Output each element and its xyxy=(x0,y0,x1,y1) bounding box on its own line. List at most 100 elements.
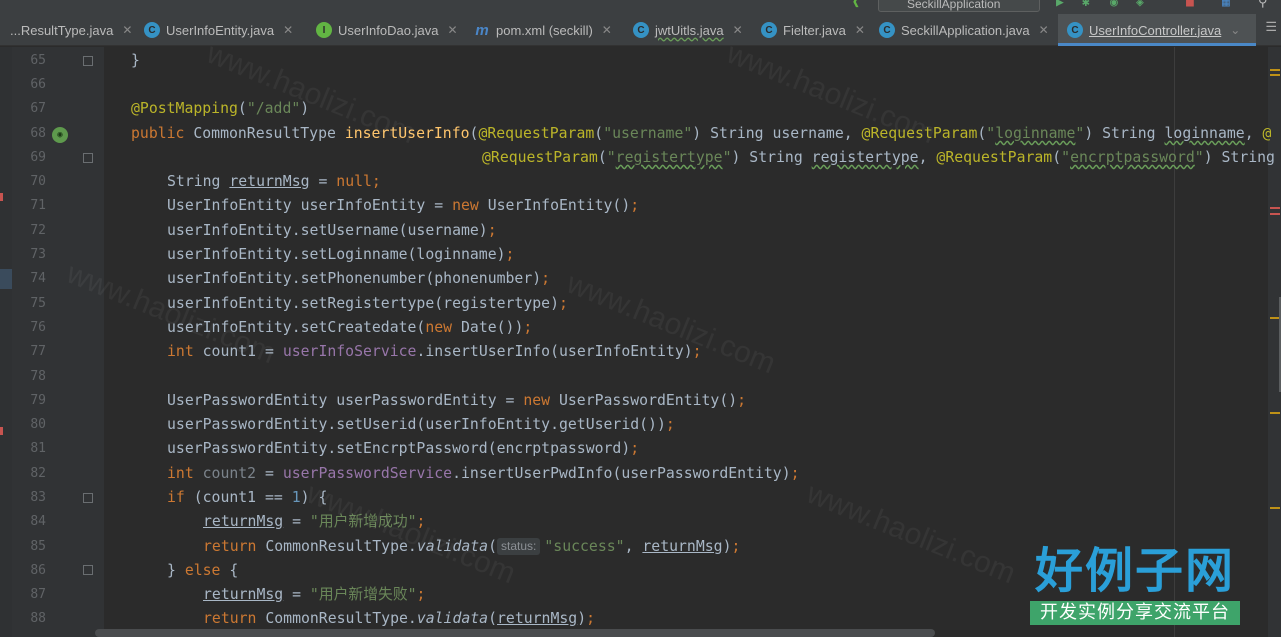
tab-label: UserInfoController.java xyxy=(1089,22,1222,38)
interface-icon: I xyxy=(316,22,332,38)
run-icon[interactable]: ▶ xyxy=(1056,0,1064,10)
close-icon[interactable]: ✕ xyxy=(122,23,132,37)
line-code[interactable]: int count1 = userInfoService.insertUserI… xyxy=(167,340,702,364)
line-code[interactable]: userPasswordEntity.setEncrptPassword(enc… xyxy=(167,437,639,461)
tab-label: ...ResultType.java xyxy=(10,22,114,38)
stop-icon[interactable]: ■ xyxy=(1186,0,1194,10)
horizontal-scrollbar[interactable] xyxy=(95,629,935,637)
close-icon[interactable]: ✕ xyxy=(1039,23,1049,37)
code-line: 67 @PostMapping("/add") xyxy=(0,97,1281,121)
run-toolbar: ❰ SeckillApplication ▶ ✱ ◉ ◈ ■ ▦ ⚲ xyxy=(0,0,1281,14)
tab-fielter[interactable]: C Fielter.java ✕ xyxy=(752,14,870,46)
close-icon[interactable]: ✕ xyxy=(733,23,743,37)
back-arrow-icon[interactable]: ❰ xyxy=(852,0,860,10)
line-code[interactable]: userPasswordEntity.setUserid(userInfoEnt… xyxy=(167,413,675,437)
tab-label: jwtUitls.java xyxy=(655,22,724,38)
tab-user-info-entity[interactable]: C UserInfoEntity.java ✕ xyxy=(135,14,307,46)
code-line: 74 userInfoEntity.setPhonenumber(phonenu… xyxy=(0,267,1281,291)
search-icon[interactable]: ⚲ xyxy=(1258,0,1268,10)
tab-user-info-controller[interactable]: C UserInfoController.java ⌄ xyxy=(1058,14,1256,46)
run-configuration-select[interactable]: SeckillApplication xyxy=(878,0,1040,12)
line-number: 74 xyxy=(30,271,46,286)
line-code[interactable]: UserInfoEntity userInfoEntity = new User… xyxy=(167,194,639,218)
line-code[interactable]: userInfoEntity.setRegistertype(registert… xyxy=(167,292,568,316)
code-line: 86 } else { xyxy=(0,559,1281,583)
line-code[interactable]: userInfoEntity.setPhonenumber(phonenumbe… xyxy=(167,267,550,291)
line-number: 69 xyxy=(30,150,46,165)
code-line: 76 userInfoEntity.setCreatedate(new Date… xyxy=(0,316,1281,340)
line-number: 75 xyxy=(30,296,46,311)
line-code[interactable]: @PostMapping("/add") xyxy=(131,97,309,121)
code-line: 84 returnMsg = "用户新增成功"; xyxy=(0,510,1281,534)
line-code[interactable]: userInfoEntity.setUsername(username); xyxy=(167,219,497,243)
line-code[interactable]: } xyxy=(131,49,140,73)
line-code[interactable]: userInfoEntity.setCreatedate(new Date())… xyxy=(167,316,532,340)
tab-list-icon[interactable]: ☰ xyxy=(1265,20,1277,35)
tab-pom-xml[interactable]: m pom.xml (seckill) ✕ xyxy=(465,14,624,46)
class-icon: C xyxy=(144,22,160,38)
code-line: 70 String returnMsg = null; xyxy=(0,170,1281,194)
line-number: 72 xyxy=(30,223,46,238)
tab-label: SeckillApplication.java xyxy=(901,22,1030,38)
line-code[interactable]: returnMsg = "用户新增失败"; xyxy=(203,583,425,607)
tab-label: UserInfoEntity.java xyxy=(166,22,275,38)
close-icon[interactable]: ✕ xyxy=(855,23,865,37)
code-line: 71 UserInfoEntity userInfoEntity = new U… xyxy=(0,194,1281,218)
line-code[interactable]: userInfoEntity.setLoginname(loginname); xyxy=(167,243,514,267)
close-icon[interactable]: ✕ xyxy=(602,23,612,37)
line-number: 68 xyxy=(30,126,46,141)
spring-app-icon: C xyxy=(879,22,895,38)
line-code[interactable]: String returnMsg = null; xyxy=(167,170,381,194)
line-number: 73 xyxy=(30,247,46,262)
line-code[interactable]: if (count1 == 1) { xyxy=(167,486,327,510)
coverage-icon[interactable]: ◉ xyxy=(1110,0,1118,10)
close-icon[interactable]: ✕ xyxy=(447,23,457,37)
code-line: 83 if (count1 == 1) { xyxy=(0,486,1281,510)
code-editor[interactable]: ◉ 65 } 66 67 @PostMapping("/add") 68 pub… xyxy=(0,37,1281,637)
line-number: 80 xyxy=(30,417,46,432)
line-number: 78 xyxy=(30,369,46,384)
line-number: 81 xyxy=(30,441,46,456)
line-number: 70 xyxy=(30,174,46,189)
line-number: 88 xyxy=(30,611,46,626)
code-line: 79 UserPasswordEntity userPasswordEntity… xyxy=(0,389,1281,413)
line-number: 65 xyxy=(30,53,46,68)
code-line: 68 public CommonResultType insertUserInf… xyxy=(0,122,1281,146)
line-number: 76 xyxy=(30,320,46,335)
line-code[interactable]: returnMsg = "用户新增成功"; xyxy=(203,510,425,534)
line-code[interactable]: public CommonResultType insertUserInfo(@… xyxy=(131,122,1271,146)
code-line: 69 @RequestParam("registertype") String … xyxy=(0,146,1281,170)
line-code[interactable]: int count2 = userPasswordService.insertU… xyxy=(167,462,800,486)
tab-label: Fielter.java xyxy=(783,22,846,38)
project-structure-icon[interactable]: ▦ xyxy=(1222,0,1230,10)
editor-tab-bar: ...ResultType.java ✕ C UserInfoEntity.ja… xyxy=(0,14,1281,46)
line-code[interactable]: return CommonResultType.validata(returnM… xyxy=(203,607,595,631)
line-code[interactable]: } else { xyxy=(167,559,238,583)
code-line: 73 userInfoEntity.setLoginname(loginname… xyxy=(0,243,1281,267)
tab-seckill-application[interactable]: C SeckillApplication.java ✕ xyxy=(870,14,1058,46)
line-code[interactable]: return CommonResultType.validata(status:… xyxy=(203,535,740,559)
tab-result-type[interactable]: ...ResultType.java ✕ xyxy=(0,14,135,46)
tab-jwt-uitls[interactable]: C jwtUitls.java ✕ xyxy=(624,14,752,46)
code-line: 77 int count1 = userInfoService.insertUs… xyxy=(0,340,1281,364)
close-icon[interactable]: ✕ xyxy=(283,23,293,37)
debug-icon[interactable]: ✱ xyxy=(1082,0,1090,10)
maven-icon: m xyxy=(475,21,489,39)
line-number: 85 xyxy=(30,539,46,554)
class-icon: C xyxy=(761,22,777,38)
code-line: 85 return CommonResultType.validata(stat… xyxy=(0,535,1281,559)
code-line: 82 int count2 = userPasswordService.inse… xyxy=(0,462,1281,486)
profile-icon[interactable]: ◈ xyxy=(1136,0,1144,10)
code-line: 65 } xyxy=(0,49,1281,73)
line-number: 71 xyxy=(30,198,46,213)
code-line: 75 userInfoEntity.setRegistertype(regist… xyxy=(0,292,1281,316)
line-code[interactable]: UserPasswordEntity userPasswordEntity = … xyxy=(167,389,746,413)
code-line: 78 xyxy=(0,365,1281,389)
line-code[interactable]: @RequestParam("registertype") String reg… xyxy=(482,146,1275,170)
line-number: 66 xyxy=(30,77,46,92)
chevron-down-icon[interactable]: ⌄ xyxy=(1230,23,1240,37)
tab-user-info-dao[interactable]: I UserInfoDao.java ✕ xyxy=(307,14,465,46)
tab-label: UserInfoDao.java xyxy=(338,22,439,38)
code-line: 72 userInfoEntity.setUsername(username); xyxy=(0,219,1281,243)
line-number: 82 xyxy=(30,466,46,481)
